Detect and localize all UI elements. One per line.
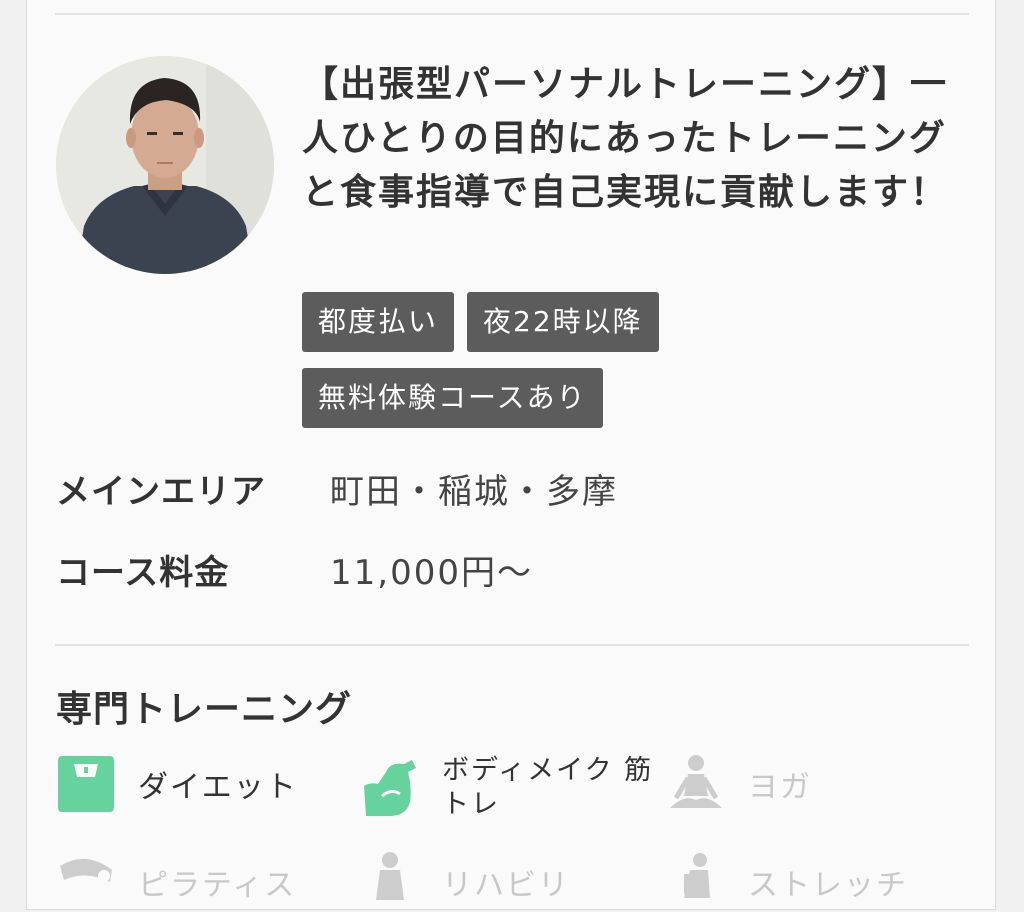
specialty-label: ダイエット: [138, 770, 298, 805]
stretch-icon: [684, 853, 710, 898]
specialty-bodymake: ボディメイク 筋トレ: [360, 754, 662, 822]
specialty-rehab: リハビリ: [360, 852, 570, 912]
divider-middle: [55, 644, 969, 646]
specialty-label: ヨガ: [748, 770, 812, 805]
specialty-pilates: ピラティス: [56, 852, 296, 912]
divider-top: [55, 13, 969, 15]
tag-pay-per-session: 都度払い: [302, 292, 455, 352]
specialty-heading: 専門トレーニング: [56, 689, 353, 730]
specialty-label: ストレッチ: [748, 868, 908, 903]
course-fee-value: 11,000円〜: [330, 553, 533, 593]
tag-after-22: 夜22時以降: [467, 292, 659, 352]
rehab-icon: [376, 852, 404, 900]
specialty-yoga: ヨガ: [666, 754, 812, 814]
trainer-avatar: [56, 56, 274, 274]
specialty-stretch: ストレッチ: [666, 852, 908, 912]
course-fee-label: コース料金: [56, 553, 230, 593]
muscle-arm-icon: [364, 760, 416, 816]
specialty-label: ピラティス: [138, 868, 297, 903]
specialty-label: リハビリ: [442, 868, 570, 903]
main-area-value: 町田・稲城・多摩: [330, 472, 618, 512]
tag-free-trial: 無料体験コースあり: [302, 368, 603, 428]
feature-tags: 都度払い 夜22時以降 無料体験コースあり: [302, 292, 972, 444]
pilates-icon: [60, 858, 112, 882]
yoga-icon: [670, 755, 722, 808]
scale-icon: [58, 756, 114, 812]
main-area-label: メインエリア: [56, 472, 266, 512]
trainer-title: 【出張型パーソナルトレーニング】一人ひとりの目的にあったトレーニングと食事指導で…: [302, 64, 949, 213]
specialty-diet: ダイエット: [56, 754, 298, 814]
specialty-label: ボディメイク 筋トレ: [442, 755, 654, 820]
